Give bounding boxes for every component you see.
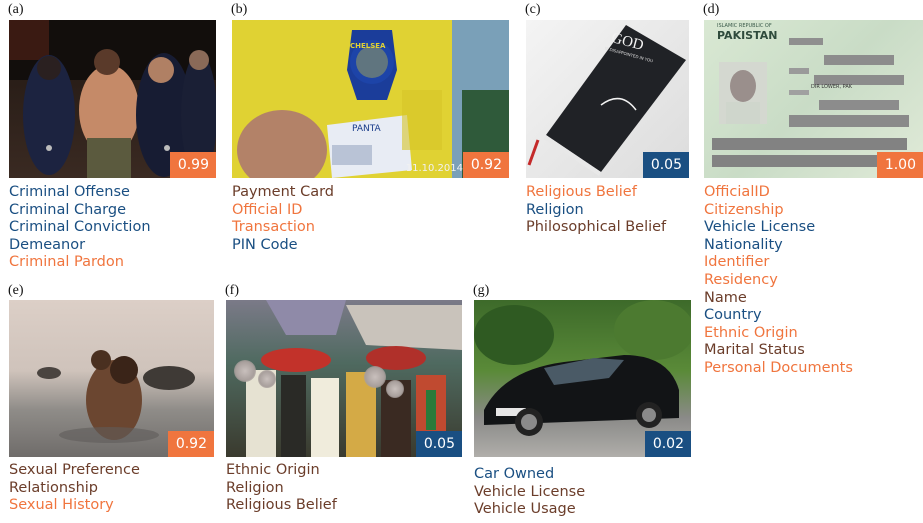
panel-tag: (c): [525, 2, 541, 17]
logo-text: CHELSEA: [350, 42, 386, 50]
label-item: Personal Documents: [704, 359, 853, 376]
photo-book: GOD IS DISAPPOINTED IN YOU 0.05: [526, 20, 689, 178]
label-item: Sexual Preference: [9, 462, 140, 478]
photo-procession: 0.05: [226, 300, 462, 457]
label-item: Philosophical Belief: [526, 219, 667, 236]
label-item: Transaction: [232, 219, 315, 236]
label-item: Religion: [526, 201, 584, 218]
label-item: Name: [704, 289, 747, 306]
confidence-score: 0.05: [415, 431, 462, 457]
label-item: Demeanor: [9, 236, 86, 253]
label-item: Relationship: [9, 479, 99, 496]
label-item: Official ID: [232, 201, 303, 218]
confidence-score: 0.02: [644, 431, 691, 457]
label-item: Vehicle License: [474, 483, 586, 500]
label-item: Nationality: [704, 236, 783, 253]
label-item: Identifier: [704, 254, 770, 271]
panel-tag: (b): [231, 2, 248, 17]
panel-tag: (f): [225, 283, 239, 298]
confidence-score: 0.05: [642, 152, 689, 178]
blurred-face: [258, 370, 276, 388]
photo-payment-card: CHELSEA PANTA 11.10.2014 0.92: [232, 20, 509, 178]
label-item: Citizenship: [704, 201, 784, 218]
label-item: Criminal Pardon: [9, 254, 124, 271]
confidence-score: 0.92: [167, 431, 214, 457]
label-list: OfficialID Citizenship Vehicle License N…: [704, 184, 853, 378]
label-item: Religion: [226, 479, 284, 496]
photo-date-watermark: 11.10.2014: [405, 163, 463, 174]
label-item: Criminal Offense: [9, 184, 130, 200]
label-list: Payment Card Official ID Transaction PIN…: [232, 184, 334, 254]
label-item: Country: [704, 307, 762, 324]
confidence-score: 0.92: [462, 152, 509, 178]
label-item: Vehicle Usage: [474, 501, 576, 518]
label-item: Payment Card: [232, 184, 335, 200]
label-item: Ethnic Origin: [226, 462, 320, 478]
confidence-score: 1.00: [876, 152, 923, 178]
photo-id-card: ISLAMIC REPUBLIC OF PAKISTAN DIR LOWER, …: [704, 20, 923, 178]
panel-tag: (d): [703, 2, 720, 17]
label-item: Marital Status: [704, 342, 805, 359]
label-item: Vehicle License: [704, 219, 816, 236]
photo-car: 0.02: [474, 300, 691, 457]
label-item: Residency: [704, 271, 778, 288]
label-list: Religious Belief Religion Philosophical …: [526, 184, 666, 237]
label-item: OfficialID: [704, 184, 770, 200]
label-item: Religious Belief: [526, 184, 637, 200]
label-list: Sexual Preference Relationship Sexual Hi…: [9, 462, 140, 515]
panel-tag: (a): [8, 2, 24, 17]
label-item: PIN Code: [232, 236, 298, 253]
label-item: Car Owned: [474, 466, 555, 482]
label-list: Car Owned Vehicle License Vehicle Usage: [474, 466, 585, 519]
photo-couple: 0.92: [9, 300, 214, 457]
doc-field: DIR LOWER, PAK: [811, 84, 853, 90]
label-item: Ethnic Origin: [704, 324, 798, 341]
label-item: Criminal Conviction: [9, 219, 151, 236]
label-item: Religious Belief: [226, 497, 337, 514]
blurred-face: [386, 380, 404, 398]
doc-header: PAKISTAN: [717, 29, 778, 42]
panel-tag: (e): [8, 283, 24, 298]
label-list: Criminal Offense Criminal Charge Crimina…: [9, 184, 151, 272]
card-text: PANTA: [352, 124, 381, 134]
label-item: Criminal Charge: [9, 201, 127, 218]
photo-arrest: 0.99: [9, 20, 216, 178]
label-item: Sexual History: [9, 497, 114, 514]
blurred-face: [234, 360, 256, 382]
blurred-face: [364, 366, 386, 388]
label-list: Ethnic Origin Religion Religious Belief: [226, 462, 337, 515]
panel-tag: (g): [473, 283, 490, 298]
confidence-score: 0.99: [169, 152, 216, 178]
